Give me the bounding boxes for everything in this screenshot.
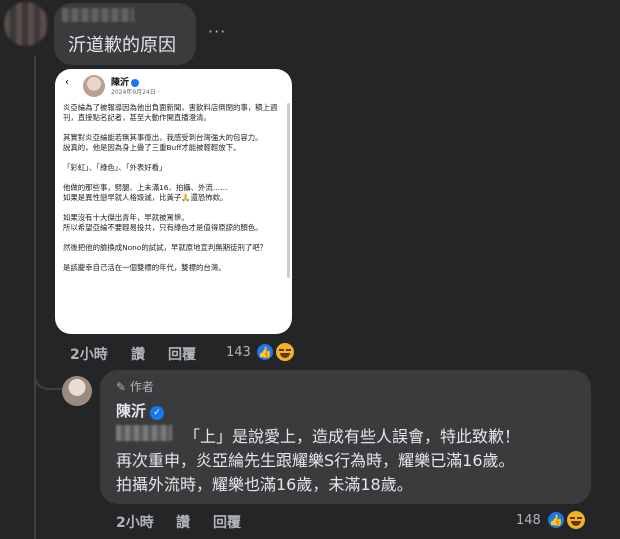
post-paragraph: 然後把他的臉換成Nono的試試，早就原地宣判無期徒刑了吧？ [63, 243, 268, 252]
back-arrow-icon: ‹ [65, 77, 69, 88]
like-reaction-icon[interactable]: 👍 [546, 510, 566, 530]
post-paragraph: 其實對炎亞綸能若無其事復出，我感受到台灣強大的包容力。 說真的，他是因為身上疊了… [63, 133, 263, 152]
reply-author-name[interactable]: 陳沂 ✓ [116, 400, 165, 421]
reaction-count[interactable]: 143 [226, 345, 251, 360]
reply-like-button[interactable]: 讚 [176, 512, 190, 532]
verified-check-icon: ✓ [150, 406, 165, 420]
post-paragraph: 他做的那些事，劈腿、上未滿16、拍攝、外流…… 如果是異性戀早就人格毀滅，比黃子… [63, 183, 228, 202]
like-reaction-icon[interactable]: 👍 [255, 342, 275, 362]
author-badge: ✎ 作者 [116, 380, 154, 394]
reply-text-line: 「上」是說愛上，造成有些人誤會，特此致歉！ [184, 427, 521, 446]
reply-reply-button[interactable]: 回覆 [213, 512, 241, 532]
more-options-button[interactable]: ··· [208, 22, 226, 41]
post-author-avatar [83, 75, 105, 97]
post-date: 2024年9月24日 · [111, 89, 160, 96]
pencil-icon: ✎ [116, 380, 127, 394]
reply-text-line: 拍攝外流時，耀樂也滿16歲，未滿18歲。 [116, 475, 413, 494]
reply-timestamp[interactable]: 2小時 [116, 512, 154, 532]
scrollbar [287, 103, 290, 278]
verified-icon [131, 78, 140, 87]
redacted-name [62, 8, 134, 22]
haha-reaction-icon[interactable] [274, 341, 296, 363]
haha-reaction-icon[interactable] [565, 509, 587, 531]
reply-avatar[interactable] [62, 376, 92, 406]
like-button[interactable]: 讚 [131, 344, 145, 364]
post-body: 炎亞綸為了被報導因為他出負面新聞，害飲料店倒閉的事，積上週刊，直接點名記者，甚至… [63, 103, 285, 283]
reply-connector [34, 360, 66, 390]
reply-button[interactable]: 回覆 [168, 344, 196, 364]
post-paragraph: 如果沒有十大傑出青年，早就被罵慘。 所以希望亞綸不要輕易投共，只有綠色才是值得原… [63, 213, 263, 232]
avatar[interactable] [4, 2, 48, 46]
reply-text-line: 再次重申，炎亞綸先生跟耀樂S行為時，耀樂已滿16歲。 [116, 451, 515, 470]
post-paragraph: 炎亞綸為了被報導因為他出負面新聞，害飲料店倒閉的事，積上週刊，直接點名記者，甚至… [63, 103, 278, 122]
attached-screenshot-image[interactable]: ‹ 陳沂 2024年9月24日 · 炎亞綸為了被報導因為他出負面新聞，害飲料店倒… [55, 69, 292, 334]
comment-timestamp[interactable]: 2小時 [70, 344, 108, 364]
post-paragraph: 是該慶幸自己活在一個雙標的年代，雙標的台灣。 [63, 263, 226, 272]
post-paragraph: 「彩虹」、「綠色」、「外表好看」 [63, 163, 167, 172]
comment-text: 沂道歉的原因 [68, 35, 176, 56]
reply-reaction-count[interactable]: 148 [516, 513, 541, 528]
thread-line [34, 56, 36, 539]
redacted-mention [116, 425, 172, 441]
